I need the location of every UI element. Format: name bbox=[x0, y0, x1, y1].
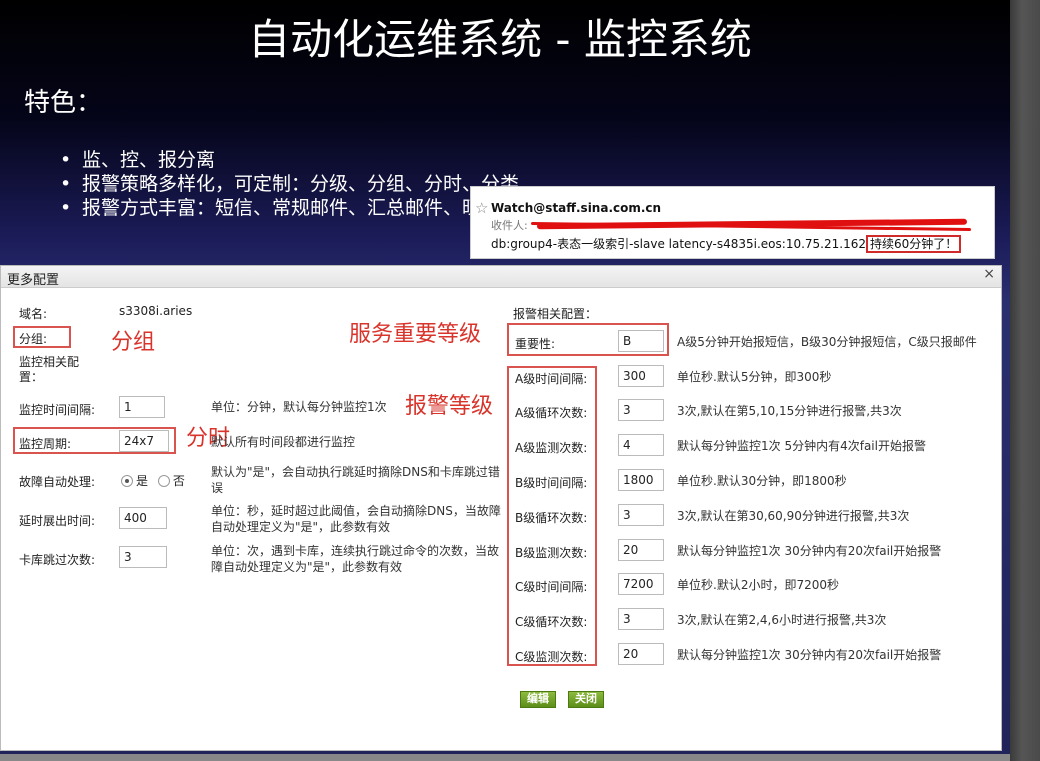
c-check-input[interactable]: 20 bbox=[618, 643, 664, 665]
importance-annotation: 服务重要等级 bbox=[349, 322, 482, 347]
skip-count-input[interactable]: 3 bbox=[119, 546, 167, 568]
b-interval-label: B级时间间隔: bbox=[515, 476, 588, 490]
delay-time-desc: 单位：秒，延时超过此阈值，会自动摘除DNS，当故障自动处理定义为"是"，此参数有… bbox=[211, 504, 501, 534]
group-annotation: 分组 bbox=[111, 330, 156, 355]
alarm-section-label: 报警相关配置： bbox=[513, 307, 598, 321]
c-loop-label: C级循环次数: bbox=[515, 615, 588, 629]
delay-time-label: 延时展出时间: bbox=[19, 514, 96, 528]
email-recipient-label: 收件人: bbox=[491, 219, 528, 232]
c-check-desc: 默认每分钟监控1次 30分钟内有20次fail开始报警 bbox=[677, 648, 942, 662]
b-loop-desc: 3次,默认在第30,60,90分钟进行报警,共3次 bbox=[677, 509, 910, 523]
importance-label: 重要性: bbox=[515, 337, 556, 351]
close-icon[interactable]: × bbox=[983, 266, 995, 282]
c-loop-desc: 3次,默认在第2,4,6小时进行报警,共3次 bbox=[677, 613, 887, 627]
radio-no[interactable] bbox=[157, 475, 170, 487]
domain-value: s3308i.aries bbox=[119, 304, 193, 318]
more-config-dialog: 更多配置 × 域名: s3308i.aries 分组: 分组 监控相关配置： 监… bbox=[0, 265, 1002, 751]
a-check-label: A级监测次数: bbox=[515, 441, 588, 455]
star-icon[interactable]: ☆ bbox=[475, 199, 488, 217]
skip-count-label: 卡库跳过次数: bbox=[19, 553, 96, 567]
c-interval-label: C级时间间隔: bbox=[515, 580, 588, 594]
a-check-input[interactable]: 4 bbox=[618, 434, 664, 456]
edit-button[interactable]: 编辑 bbox=[520, 691, 556, 708]
b-interval-desc: 单位秒.默认30分钟，即1800秒 bbox=[677, 474, 847, 488]
dialog-title: 更多配置 bbox=[7, 273, 60, 288]
alarm-level-annotation: 报警等级 bbox=[405, 394, 494, 419]
close-button[interactable]: 关闭 bbox=[568, 691, 604, 708]
feature-item: 报警策略多样化，可定制：分级、分组、分时、分类 bbox=[60, 172, 519, 196]
radio-no-label: 否 bbox=[172, 474, 185, 488]
bottom-bar bbox=[0, 754, 1010, 761]
a-interval-label: A级时间间隔: bbox=[515, 372, 588, 386]
a-check-desc: 默认每分钟监控1次 5分钟内有4次fail开始报警 bbox=[677, 439, 926, 453]
slide-title: 自动化运维系统 - 监控系统 bbox=[248, 15, 752, 64]
c-interval-desc: 单位秒.默认2小时，即7200秒 bbox=[677, 578, 839, 592]
monitor-interval-input[interactable]: 1 bbox=[119, 396, 165, 418]
c-loop-input[interactable]: 3 bbox=[618, 608, 664, 630]
importance-desc: A级5分钟开始报短信，B级30分钟报短信，C级只报邮件 bbox=[677, 335, 977, 349]
auto-handle-radio-group: 是 否 bbox=[121, 472, 185, 489]
a-interval-input[interactable]: 300 bbox=[618, 365, 664, 387]
monitor-period-desc: 默认所有时间段都进行监控 bbox=[211, 435, 356, 449]
b-loop-input[interactable]: 3 bbox=[618, 504, 664, 526]
b-check-label: B级监测次数: bbox=[515, 546, 588, 560]
b-check-input[interactable]: 20 bbox=[618, 539, 664, 561]
email-body-text: db:group4-表态一级索引-slave latency-s4835i.eo… bbox=[491, 237, 866, 251]
email-body: db:group4-表态一级索引-slave latency-s4835i.eo… bbox=[491, 235, 962, 253]
dialog-header: 更多配置 × bbox=[1, 266, 1001, 288]
b-check-desc: 默认每分钟监控1次 30分钟内有20次fail开始报警 bbox=[677, 544, 942, 558]
feature-item: 报警方式丰富：短信、常规邮件、汇总邮件、旺旺 bbox=[60, 196, 519, 220]
monitor-section-label: 监控相关配置： bbox=[19, 355, 80, 384]
feature-item: 监、控、报分离 bbox=[60, 148, 519, 172]
delay-time-input[interactable]: 400 bbox=[119, 507, 167, 529]
domain-label: 域名: bbox=[19, 307, 48, 321]
a-interval-desc: 单位秒.默认5分钟，即300秒 bbox=[677, 370, 832, 384]
a-loop-label: A级循环次数: bbox=[515, 406, 588, 420]
a-loop-input[interactable]: 3 bbox=[618, 399, 664, 421]
b-loop-label: B级循环次数: bbox=[515, 511, 588, 525]
c-check-label: C级监测次数: bbox=[515, 650, 588, 664]
email-body-highlight: 持续60分钟了！ bbox=[865, 235, 962, 253]
skip-count-desc: 单位：次，遇到卡库，连续执行跳过命令的次数，当故障自动处理定义为"是"，此参数有… bbox=[211, 544, 500, 574]
b-interval-input[interactable]: 1800 bbox=[618, 469, 664, 491]
window-scroll-strip[interactable] bbox=[1010, 0, 1040, 761]
feature-list: 监、控、报分离 报警策略多样化，可定制：分级、分组、分时、分类 报警方式丰富：短… bbox=[60, 148, 519, 220]
email-sender: Watch@staff.sina.com.cn bbox=[491, 201, 662, 215]
radio-yes[interactable] bbox=[121, 475, 133, 487]
auto-handle-label: 故障自动处理: bbox=[19, 475, 96, 489]
radio-yes-label: 是 bbox=[136, 474, 149, 488]
importance-input[interactable]: B bbox=[618, 330, 664, 352]
monitor-period-input[interactable]: 24x7 bbox=[119, 430, 169, 452]
feature-heading: 特色： bbox=[24, 88, 103, 118]
group-label: 分组: bbox=[19, 332, 48, 346]
c-interval-input[interactable]: 7200 bbox=[618, 573, 664, 595]
email-alert-preview: ☆ Watch@staff.sina.com.cn 收件人: db:group4… bbox=[470, 186, 995, 259]
a-loop-desc: 3次,默认在第5,10,15分钟进行报警,共3次 bbox=[677, 404, 902, 418]
auto-handle-desc: 默认为"是"，会自动执行跳延时摘除DNS和卡库跳过错误 bbox=[211, 465, 500, 495]
monitor-period-label: 监控周期: bbox=[19, 437, 72, 451]
monitor-interval-label: 监控时间间隔: bbox=[19, 403, 96, 417]
